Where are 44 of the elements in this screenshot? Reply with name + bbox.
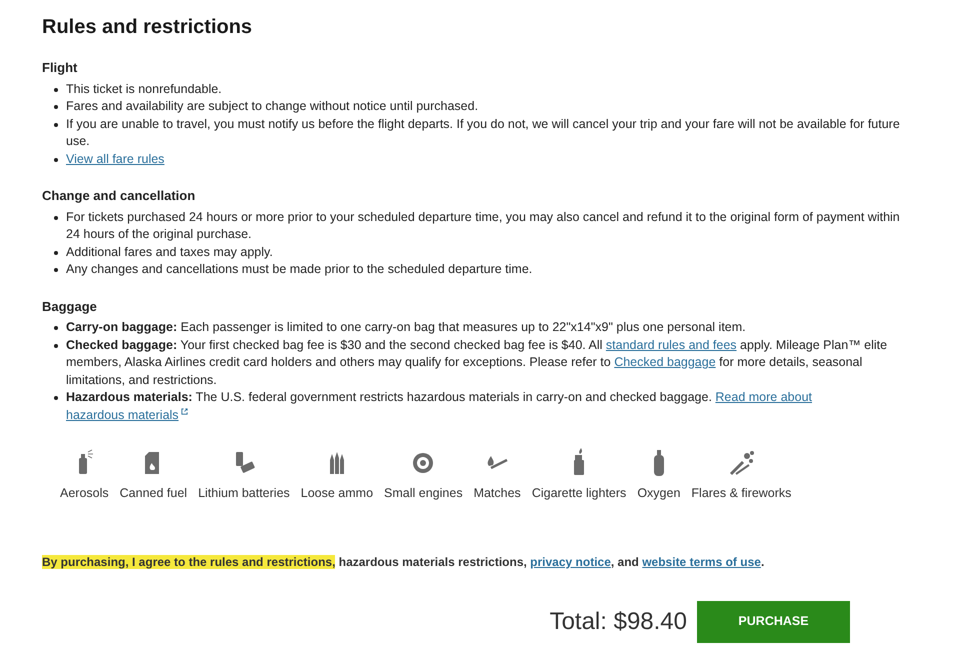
page-title: Rules and restrictions — [42, 15, 254, 40]
bullet-icon — [54, 268, 58, 272]
hazard-label: Canned fuel — [120, 485, 188, 502]
rule-text: For tickets purchased 24 hours or more prior to your scheduled departure time, you may also cancel and refund it to the original form of payment within 24 hours of the original purchase. — [66, 208, 900, 243]
link[interactable]: privacy notice — [530, 554, 611, 569]
link[interactable]: standard rules and fees — [606, 338, 737, 352]
bullet-icon — [54, 105, 58, 109]
hazard-label: Oxygen — [637, 485, 680, 502]
agreement-text: By purchasing, I agree to the rules and restrictions, hazardous materials restrictions, privacy notice, and website terms of use. — [42, 554, 766, 571]
rule-text: Carry-on baggage: Each passenger is limited to one carry-on bag that measures up to 22"x14"x9" plus one personal item. — [66, 319, 746, 336]
rule-text: Checked baggage: Your first checked bag fee is $30 and the second checked bag fee is $40. All standard rules and fees apply. Mileage Plan™ elite members, Alaska Airlines credit card holders and others may qualify for exceptions. Please refer to Checked baggage for more details, seasonal limitations, and restrictions. — [66, 336, 888, 388]
section-heading: Baggage — [42, 298, 98, 316]
external-link-icon — [180, 408, 188, 414]
purchase-button[interactable]: PURCHASE — [697, 600, 850, 643]
hazard-label: Flares & fireworks — [691, 485, 792, 502]
total-amount: Total: $98.40 — [550, 606, 687, 637]
rule-text: Any changes and cancellations must be made prior to the scheduled departure time. — [66, 261, 532, 278]
hazard-label: Small engines — [384, 485, 463, 502]
rule-text: Additional fares and taxes may apply. — [66, 244, 273, 261]
hazard-label: Lithium batteries — [198, 485, 290, 502]
rule-text: If you are unable to travel, you must notify us before the flight departs. If you do not, we will cancel your trip and your fare will not be available for future use. — [66, 116, 900, 150]
link[interactable]: View all fare rules — [66, 152, 164, 166]
hazard-label: Cigarette lighters — [532, 485, 626, 502]
link[interactable]: Checked baggage — [614, 355, 716, 369]
rule-text: This ticket is nonrefundable. — [66, 80, 222, 98]
bullet-icon — [54, 344, 58, 348]
bullet-icon — [54, 88, 58, 92]
link[interactable]: Read more about — [715, 390, 812, 404]
bullet-icon — [54, 122, 58, 126]
rule-text: Hazardous materials: The U.S. federal government restricts hazardous materials in carry-on and checked baggage. Read more about hazardous materials — [66, 389, 900, 424]
firework-icon — [727, 448, 756, 478]
section-heading: Change and cancellation — [42, 187, 196, 205]
link[interactable]: hazardous materials — [66, 406, 188, 424]
bullet-icon — [54, 216, 58, 220]
rule-text: Fares and availability are subject to change without notice until purchased. — [66, 98, 478, 115]
link[interactable]: website terms of use — [642, 554, 761, 569]
hazard-label: Aerosols — [60, 485, 109, 502]
bullet-icon — [54, 326, 58, 330]
section-heading: Flight — [42, 59, 78, 77]
bullet-icon — [54, 396, 58, 400]
bullet-icon — [54, 158, 58, 162]
bullet-icon — [54, 250, 58, 254]
hazard-label: Loose ammo — [300, 485, 374, 502]
hazard-label: Matches — [474, 485, 521, 502]
